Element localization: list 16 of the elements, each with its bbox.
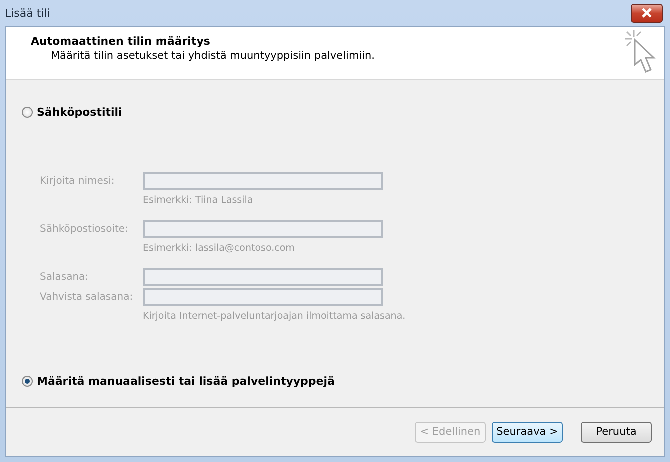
dialog-button[interactable]: Seuraava > [492, 422, 563, 442]
radio-button[interactable]: Sähköpostitili [22, 106, 664, 119]
header-title: Automaattinen tilin määritys [31, 35, 212, 48]
close-button[interactable] [631, 4, 663, 22]
field-hint: Kirjoita Internet-palveluntarjoajan ilmoittama salasana. [143, 310, 406, 322]
field-label: Salasana: [40, 272, 90, 282]
close-icon [641, 8, 653, 18]
window-title: Lisää tili [5, 6, 50, 20]
dialog-button[interactable]: Peruuta [581, 422, 652, 442]
field-label: Sähköpostiosoite: [40, 224, 130, 234]
header-subtitle: Määritä tilin asetukset tai yhdistä muuntyyppisiin palvelimiin. [50, 50, 375, 62]
field-label: Kirjoita nimesi: [40, 176, 116, 186]
radio-button[interactable]: Määritä manuaalisesti tai lisää palvelintyyppejä [22, 375, 664, 388]
field-hint: Esimerkki: Tiina Lassila [143, 194, 254, 206]
field-label: Vahvista salasana: [40, 292, 134, 302]
field-hint: Esimerkki: lassila@contoso.com [143, 242, 295, 254]
